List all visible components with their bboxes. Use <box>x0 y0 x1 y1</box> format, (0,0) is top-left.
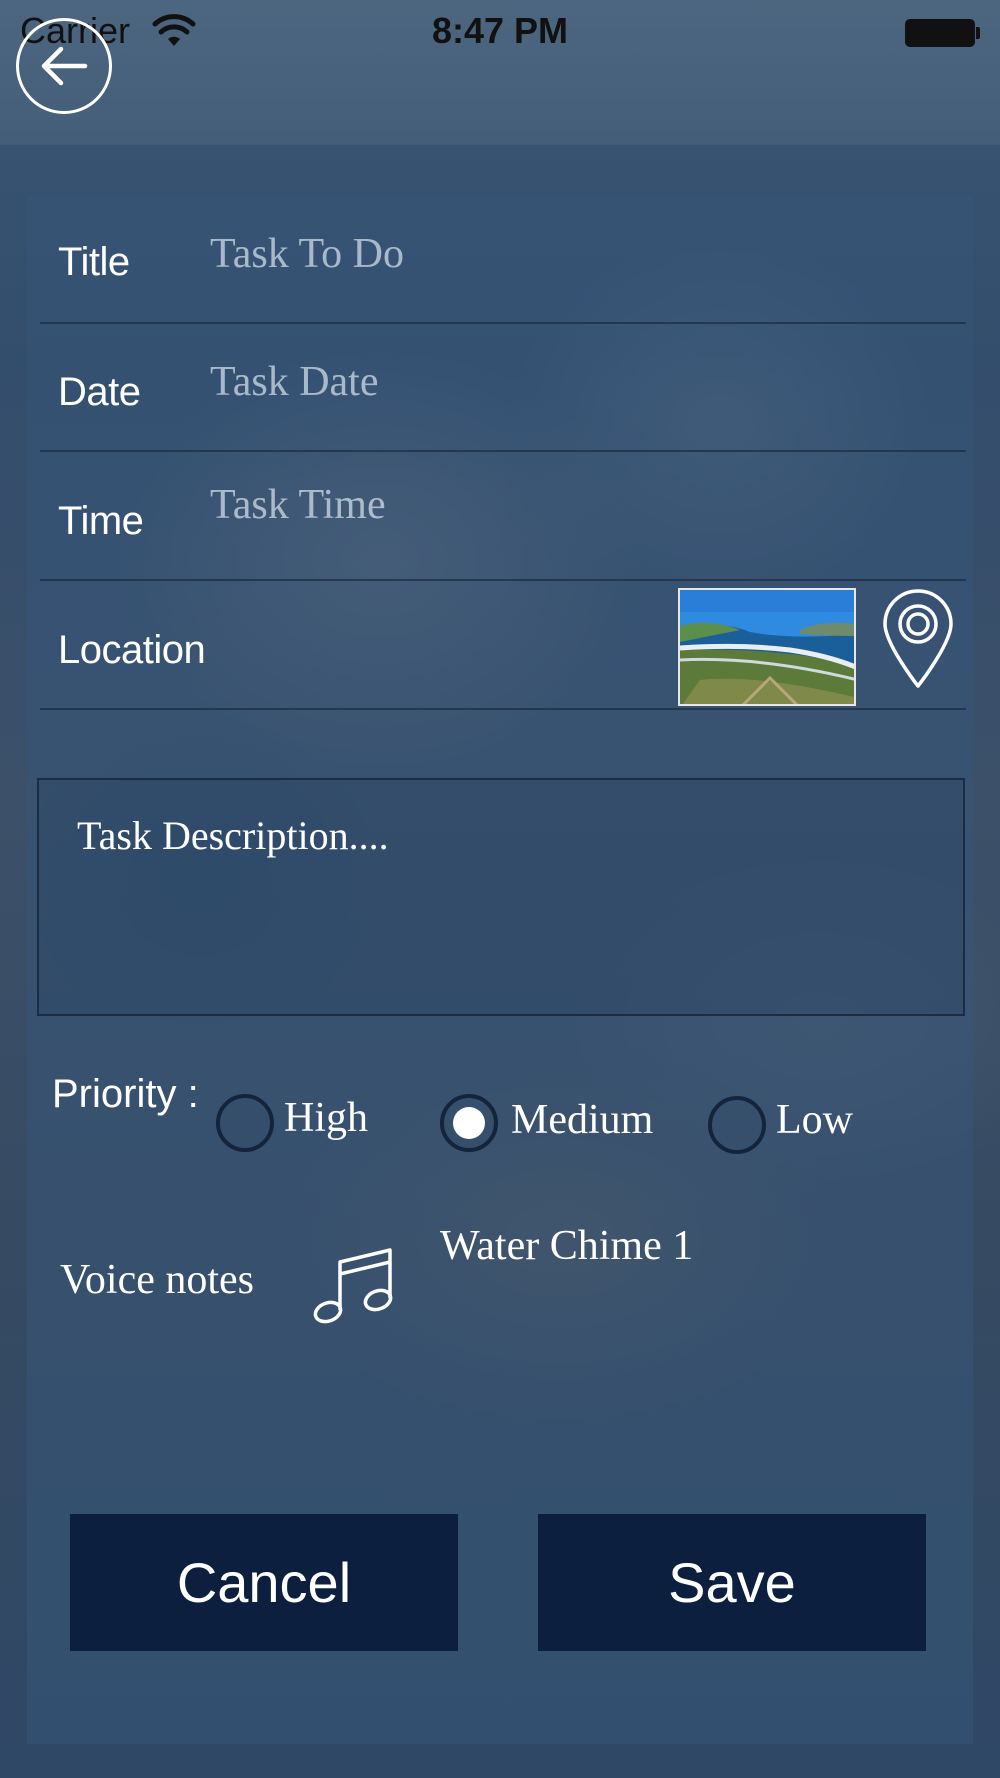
back-button[interactable] <box>16 18 112 114</box>
task-description-placeholder: Task Description.... <box>77 813 389 858</box>
cancel-button[interactable]: Cancel <box>70 1514 458 1651</box>
title-input[interactable] <box>210 230 930 278</box>
priority-low-label: Low <box>776 1097 853 1143</box>
location-label: Location <box>58 628 206 672</box>
map-pin-icon[interactable] <box>880 586 956 690</box>
music-note-icon[interactable] <box>312 1244 396 1328</box>
location-photo[interactable] <box>678 588 856 706</box>
time-label: Time <box>58 499 144 543</box>
navigation-bar: Carrier 8:47 PM <box>0 0 1000 145</box>
date-input[interactable] <box>210 358 930 406</box>
time-row: Time <box>40 453 966 581</box>
priority-label: Priority : <box>52 1072 199 1116</box>
voice-notes-label: Voice notes <box>60 1257 255 1303</box>
beach-image <box>680 590 854 704</box>
battery-tip <box>976 27 980 39</box>
priority-medium-radio[interactable] <box>440 1094 498 1152</box>
selected-sound-label[interactable]: Water Chime 1 <box>440 1222 693 1270</box>
time-input[interactable] <box>210 481 930 529</box>
arrow-left-icon <box>41 46 88 86</box>
priority-high-label: High <box>284 1095 368 1141</box>
title-label: Title <box>58 240 130 284</box>
priority-medium-label: Medium <box>511 1097 654 1143</box>
task-description-field[interactable]: Task Description.... <box>37 778 965 1016</box>
date-row: Date <box>40 324 966 452</box>
title-row: Title <box>40 196 966 324</box>
priority-high-radio[interactable] <box>216 1094 274 1152</box>
battery-icon <box>905 19 975 47</box>
status-time: 8:47 PM <box>431 10 569 51</box>
priority-low-radio[interactable] <box>708 1096 766 1154</box>
status-bar: Carrier 8:47 PM <box>0 0 1000 66</box>
save-button[interactable]: Save <box>538 1514 926 1651</box>
date-label: Date <box>58 370 141 414</box>
